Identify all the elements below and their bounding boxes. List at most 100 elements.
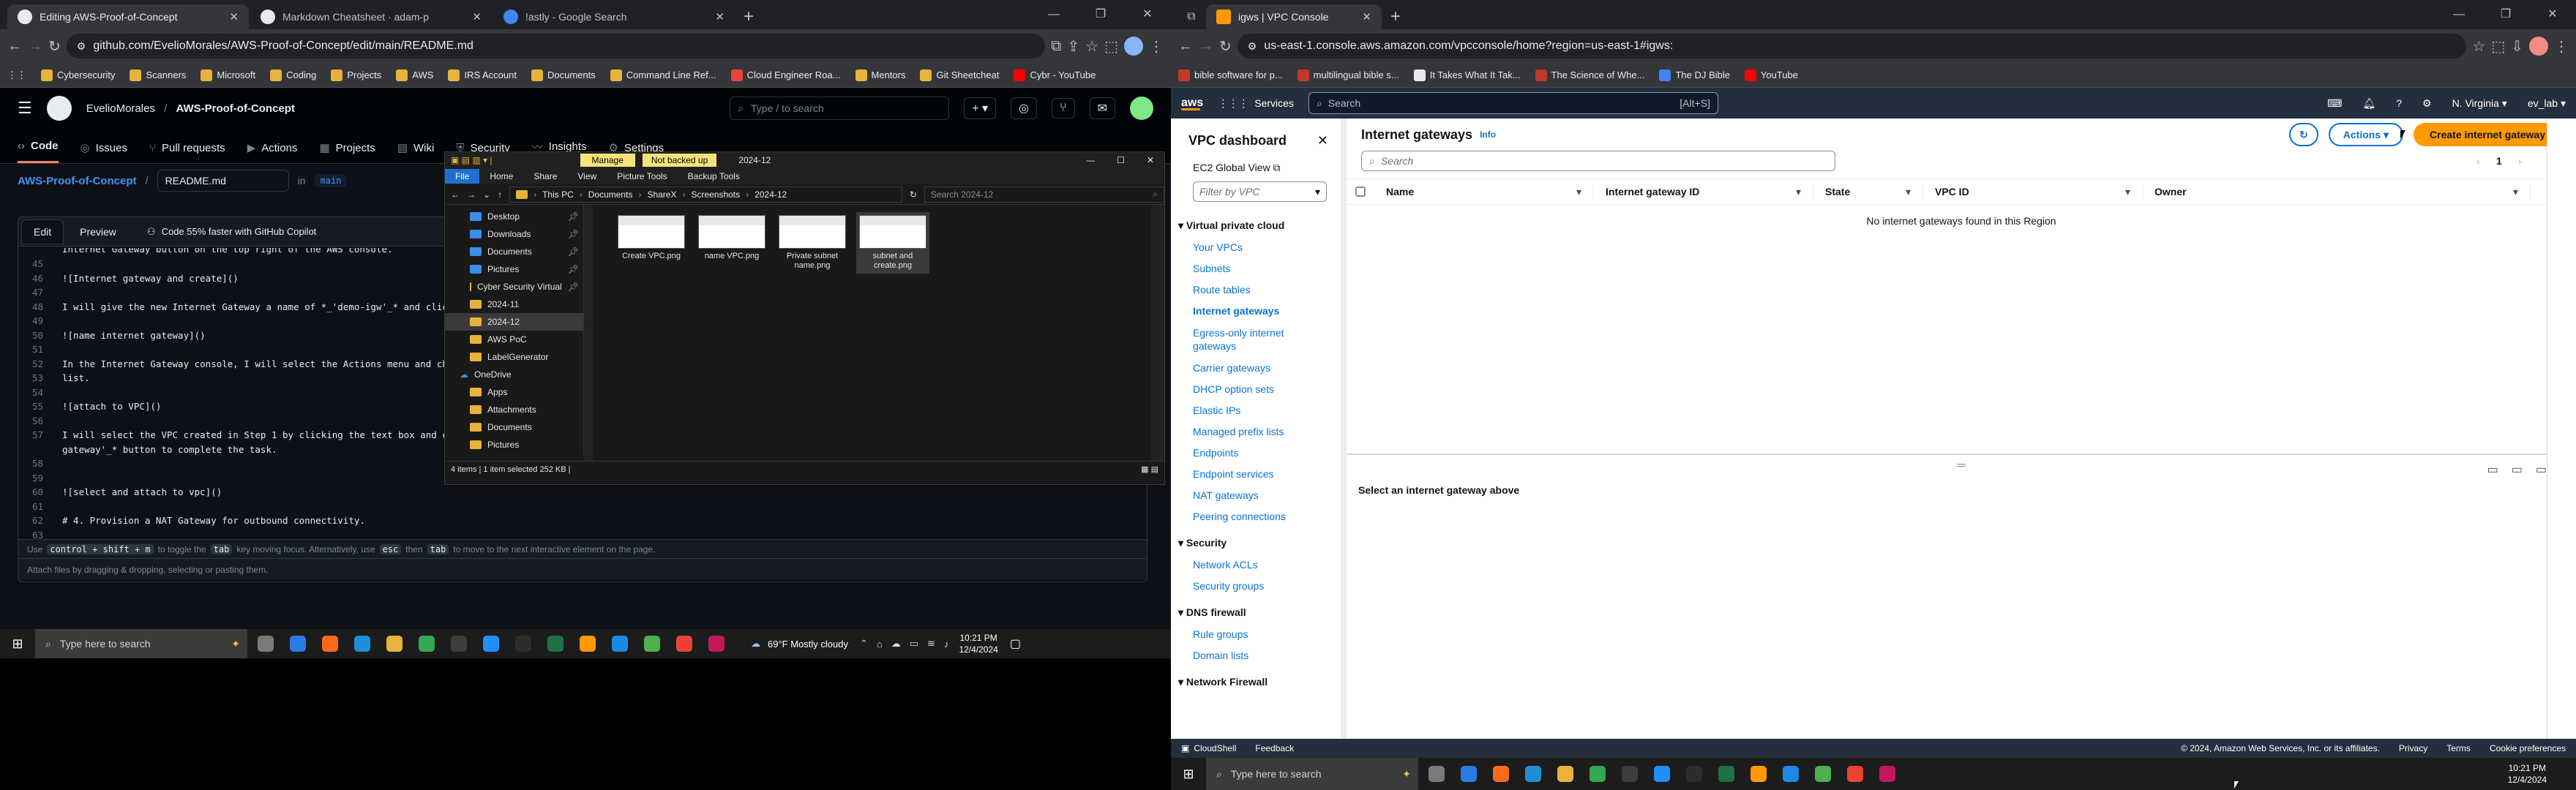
taskbar-search-input[interactable]: ⌕ Type here to search ✦	[1206, 758, 1418, 790]
bookmark-item[interactable]: IRS Account	[448, 69, 517, 81]
task-view-icon[interactable]	[258, 636, 274, 652]
terminal-icon[interactable]	[483, 636, 499, 652]
reload-icon[interactable]: ↻	[48, 37, 61, 56]
quick-access-icon[interactable]: ▣ ▤ ▥ ▾ |	[451, 155, 493, 165]
bookmark-item[interactable]: Git Sheetcheat	[920, 69, 999, 81]
nav-tree-item[interactable]: Attachments	[445, 401, 583, 418]
view-toggle-icons[interactable]: ▦ ▤	[1141, 464, 1164, 474]
bookmark-star-icon[interactable]: ☆	[2472, 37, 2485, 56]
column-header-name[interactable]: Name ▾	[1374, 185, 1594, 198]
edge-icon[interactable]	[322, 636, 338, 652]
minimize-icon[interactable]: —	[1030, 0, 1077, 29]
sort-icon[interactable]: ▾	[1576, 186, 1581, 198]
nav-tree-item[interactable]: LabelGenerator	[445, 348, 583, 366]
new-tab-icon[interactable]: +	[1383, 4, 1408, 29]
column-header-owner[interactable]: Owner ▾	[2143, 185, 2531, 198]
windows-start-icon[interactable]: ⊞	[1171, 767, 1206, 782]
tab-preview[interactable]: Preview	[68, 220, 128, 244]
close-tab-icon[interactable]: ✕	[229, 10, 239, 23]
path-segment[interactable]: Documents	[588, 189, 633, 200]
igw-search-input[interactable]: ⌕ Search	[1361, 151, 1835, 171]
copilot-promo[interactable]: ⚇ Code 55% faster with GitHub Copilot	[147, 226, 316, 238]
settings-gear-icon[interactable]: ⚙	[2422, 97, 2432, 110]
back-icon[interactable]: ←	[7, 38, 22, 55]
calculator-icon[interactable]	[451, 636, 467, 652]
tab-actions[interactable]: ▶ Actions	[247, 141, 298, 163]
sidebar-item-carrier-gateways[interactable]: Carrier gateways	[1193, 353, 1341, 374]
explorer-search-input[interactable]: Search 2024-12 ⌕	[924, 186, 1164, 203]
path-segment[interactable]: ShareX	[647, 189, 676, 200]
nav-tree-item[interactable]: Cyber Security Virtual 📌︎	[445, 278, 583, 296]
privacy-link[interactable]: Privacy	[2399, 743, 2427, 753]
battery-icon[interactable]: ▭	[910, 638, 918, 650]
nav-tree-item[interactable]: ☁ OneDrive	[445, 366, 583, 383]
sidebar-item-domain-lists[interactable]: Domain lists	[1193, 640, 1341, 661]
nav-tree-item[interactable]: Pictures 📌︎	[445, 260, 583, 278]
back-icon[interactable]: ←	[1178, 38, 1193, 55]
address-bar[interactable]: ⚙ github.com/EvelioMorales/AWS-Proof-of-C…	[66, 34, 1046, 59]
cloud-icon[interactable]: ☁	[891, 638, 901, 650]
split-panel-handle[interactable]: ═	[1347, 459, 2576, 473]
hamburger-icon[interactable]: ☰	[18, 99, 32, 118]
github-logo[interactable]	[46, 96, 72, 121]
bookmark-item[interactable]: Microsoft	[201, 69, 255, 81]
address-bar[interactable]: ⚙ us-east-1.console.aws.amazon.com/vpccon…	[1237, 34, 2467, 59]
ribbon-tab-share[interactable]: Share	[523, 169, 567, 184]
prev-page-icon[interactable]: ‹	[2476, 155, 2480, 167]
nav-scrollbar[interactable]	[584, 205, 593, 461]
notifications-bell-icon[interactable]: 🔔︎	[2362, 97, 2375, 110]
store-icon[interactable]	[1525, 766, 1541, 782]
section-security[interactable]: ▾ Security	[1171, 522, 1341, 549]
tab-pull-requests[interactable]: ⑂ Pull requests	[149, 142, 225, 163]
forward-icon[interactable]: →	[28, 38, 42, 55]
explorer-path-bar[interactable]: › This PC › Documents › ShareX › Screenshots › 20…	[509, 186, 902, 203]
pull-requests-icon[interactable]: ⑂	[1051, 98, 1075, 118]
copilot-icon[interactable]	[290, 636, 306, 652]
history-icon[interactable]: ⌄	[483, 189, 490, 200]
bookmark-item[interactable]: Cybr - YouTube	[1014, 69, 1096, 81]
ribbon-tab-home[interactable]: Home	[479, 169, 523, 184]
column-header-vpc-id[interactable]: VPC ID ▾	[1923, 185, 2143, 198]
repo-name-link[interactable]: AWS-Proof-of-Concept	[176, 102, 294, 115]
sidebar-item-internet-gateways[interactable]: Internet gateways	[1193, 296, 1341, 317]
menu-icon[interactable]: ⋮	[1149, 37, 1164, 56]
bookmark-item[interactable]: multilingual bible s...	[1297, 69, 1399, 81]
sidebar-item-your-vpcs[interactable]: Your VPCs	[1193, 232, 1341, 253]
bookmark-item[interactable]: It Takes What It Tak...	[1413, 69, 1521, 81]
browser-tab[interactable]: !astly - Google Search ✕	[493, 4, 735, 29]
info-link[interactable]: Info	[1480, 129, 1496, 140]
browser-tab[interactable]: igws | VPC Console ✕	[1206, 4, 1382, 29]
cmd-icon[interactable]	[1686, 766, 1702, 782]
close-tab-icon[interactable]: ✕	[1362, 10, 1371, 23]
column-header-internet-gateway-id[interactable]: Internet gateway ID ▾	[1594, 185, 1813, 198]
help-icon[interactable]: ?	[2396, 97, 2402, 109]
minimize-icon[interactable]: —	[2435, 0, 2482, 29]
sidebar-item-peering-connections[interactable]: Peering connections	[1193, 501, 1341, 522]
screen-recorder-icon[interactable]	[1879, 766, 1895, 782]
close-window-icon[interactable]: ✕	[2529, 0, 2576, 29]
bookmark-item[interactable]: YouTube	[1744, 69, 1798, 81]
cloudshell-link[interactable]: ▣ CloudShell	[1181, 743, 1236, 753]
manage-tab[interactable]: Manage	[580, 154, 635, 167]
breadcrumb-repo-link[interactable]: AWS-Proof-of-Concept	[18, 175, 136, 187]
excel-icon[interactable]	[547, 636, 564, 652]
file-thumbnail[interactable]: name VPC.png	[695, 212, 768, 264]
task-view-icon[interactable]	[1429, 766, 1445, 782]
sort-icon[interactable]: ▾	[2513, 186, 2518, 198]
ribbon-tab-view[interactable]: View	[567, 169, 607, 184]
sidebar-item-network-acls[interactable]: Network ACLs	[1193, 549, 1341, 571]
user-avatar[interactable]	[1130, 97, 1153, 120]
vpn-icon[interactable]	[644, 636, 660, 652]
refresh-button[interactable]: ↻	[2289, 123, 2318, 146]
weather-widget[interactable]: ☁ 69°F Mostly cloudy	[751, 638, 848, 650]
extensions-icon[interactable]: ⬚	[1104, 37, 1118, 56]
sidebar-item-egress-only-internet-gateways[interactable]: Egress-only internet gateways	[1193, 317, 1317, 353]
bookmark-item[interactable]: Projects	[331, 69, 381, 81]
bookmark-item[interactable]: AWS	[396, 69, 433, 81]
attach-files-hint[interactable]: Attach files by dragging & dropping, sel…	[18, 558, 1147, 580]
file-thumbnail[interactable]: Private subnet name.png	[776, 212, 849, 274]
services-menu[interactable]: ⋮⋮⋮ Services	[1218, 97, 1294, 110]
acrobat-icon[interactable]	[676, 636, 692, 652]
bookmark-item[interactable]: Coding	[270, 69, 316, 81]
sidebar-item-managed-prefix-lists[interactable]: Managed prefix lists	[1193, 416, 1341, 437]
